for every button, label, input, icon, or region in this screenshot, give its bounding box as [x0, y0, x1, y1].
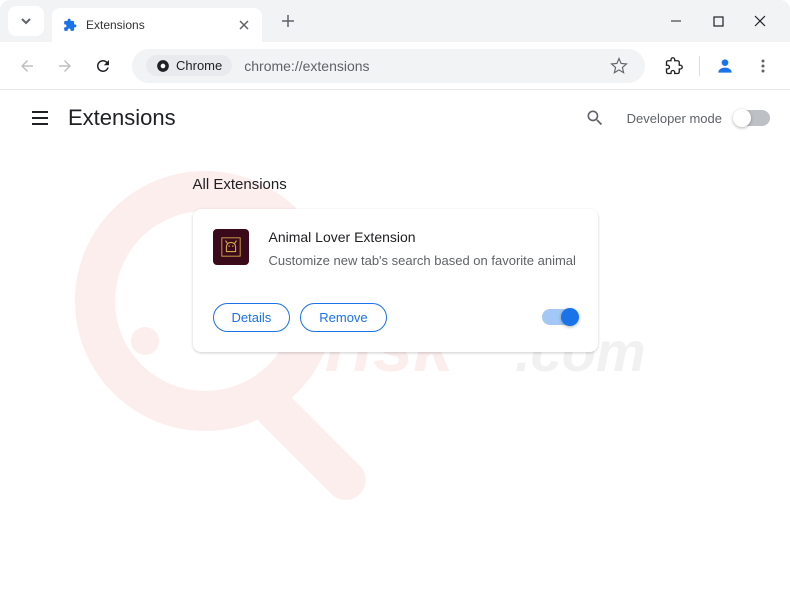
reload-button[interactable]: [86, 49, 120, 83]
developer-mode-toggle[interactable]: [734, 110, 770, 126]
url-text: chrome://extensions: [244, 58, 607, 74]
new-tab-button[interactable]: [274, 7, 302, 35]
star-icon: [610, 57, 628, 75]
remove-button[interactable]: Remove: [300, 303, 386, 332]
back-button[interactable]: [10, 49, 44, 83]
animal-icon: [220, 236, 242, 258]
extension-name: Animal Lover Extension: [269, 229, 578, 245]
window-controls: [666, 11, 790, 31]
minimize-icon: [670, 15, 682, 27]
chrome-chip-label: Chrome: [176, 58, 222, 73]
extensions-button[interactable]: [657, 49, 691, 83]
extension-puzzle-icon: [62, 17, 78, 33]
plus-icon: [281, 14, 295, 28]
reload-icon: [94, 57, 112, 75]
window-titlebar: Extensions: [0, 0, 790, 42]
search-button[interactable]: [575, 98, 615, 138]
page-content: All Extensions Animal Lover Extension Cu…: [0, 146, 790, 352]
extension-card: Animal Lover Extension Customize new tab…: [193, 209, 598, 352]
close-icon: [239, 20, 249, 30]
extension-icon: [213, 229, 249, 265]
details-button[interactable]: Details: [213, 303, 291, 332]
address-bar[interactable]: Chrome chrome://extensions: [132, 49, 645, 83]
close-icon: [754, 15, 766, 27]
page-header: Extensions Developer mode: [0, 90, 790, 146]
extension-description: Customize new tab's search based on favo…: [269, 251, 578, 271]
profile-button[interactable]: [708, 49, 742, 83]
close-window-button[interactable]: [750, 11, 770, 31]
chevron-down-icon: [20, 15, 32, 27]
tab-close-button[interactable]: [236, 17, 252, 33]
extension-enable-toggle[interactable]: [542, 309, 578, 325]
puzzle-icon: [665, 57, 683, 75]
more-vertical-icon: [755, 58, 771, 74]
profile-icon: [715, 56, 735, 76]
maximize-icon: [713, 16, 724, 27]
search-icon: [585, 108, 605, 128]
section-title: All Extensions: [193, 176, 598, 193]
minimize-button[interactable]: [666, 11, 686, 31]
arrow-left-icon: [18, 57, 36, 75]
developer-mode-label: Developer mode: [627, 111, 722, 126]
browser-toolbar: Chrome chrome://extensions: [0, 42, 790, 90]
tab-title: Extensions: [86, 18, 236, 32]
maximize-button[interactable]: [708, 11, 728, 31]
page-title: Extensions: [68, 105, 176, 131]
toolbar-divider: [699, 56, 700, 76]
menu-button[interactable]: [746, 49, 780, 83]
hamburger-menu-button[interactable]: [20, 98, 60, 138]
chrome-icon: [156, 59, 170, 73]
chrome-chip: Chrome: [146, 55, 232, 76]
bookmark-button[interactable]: [607, 57, 631, 75]
forward-button[interactable]: [48, 49, 82, 83]
arrow-right-icon: [56, 57, 74, 75]
tab-search-button[interactable]: [8, 6, 44, 36]
hamburger-icon: [30, 108, 50, 128]
browser-tab[interactable]: Extensions: [52, 8, 262, 42]
